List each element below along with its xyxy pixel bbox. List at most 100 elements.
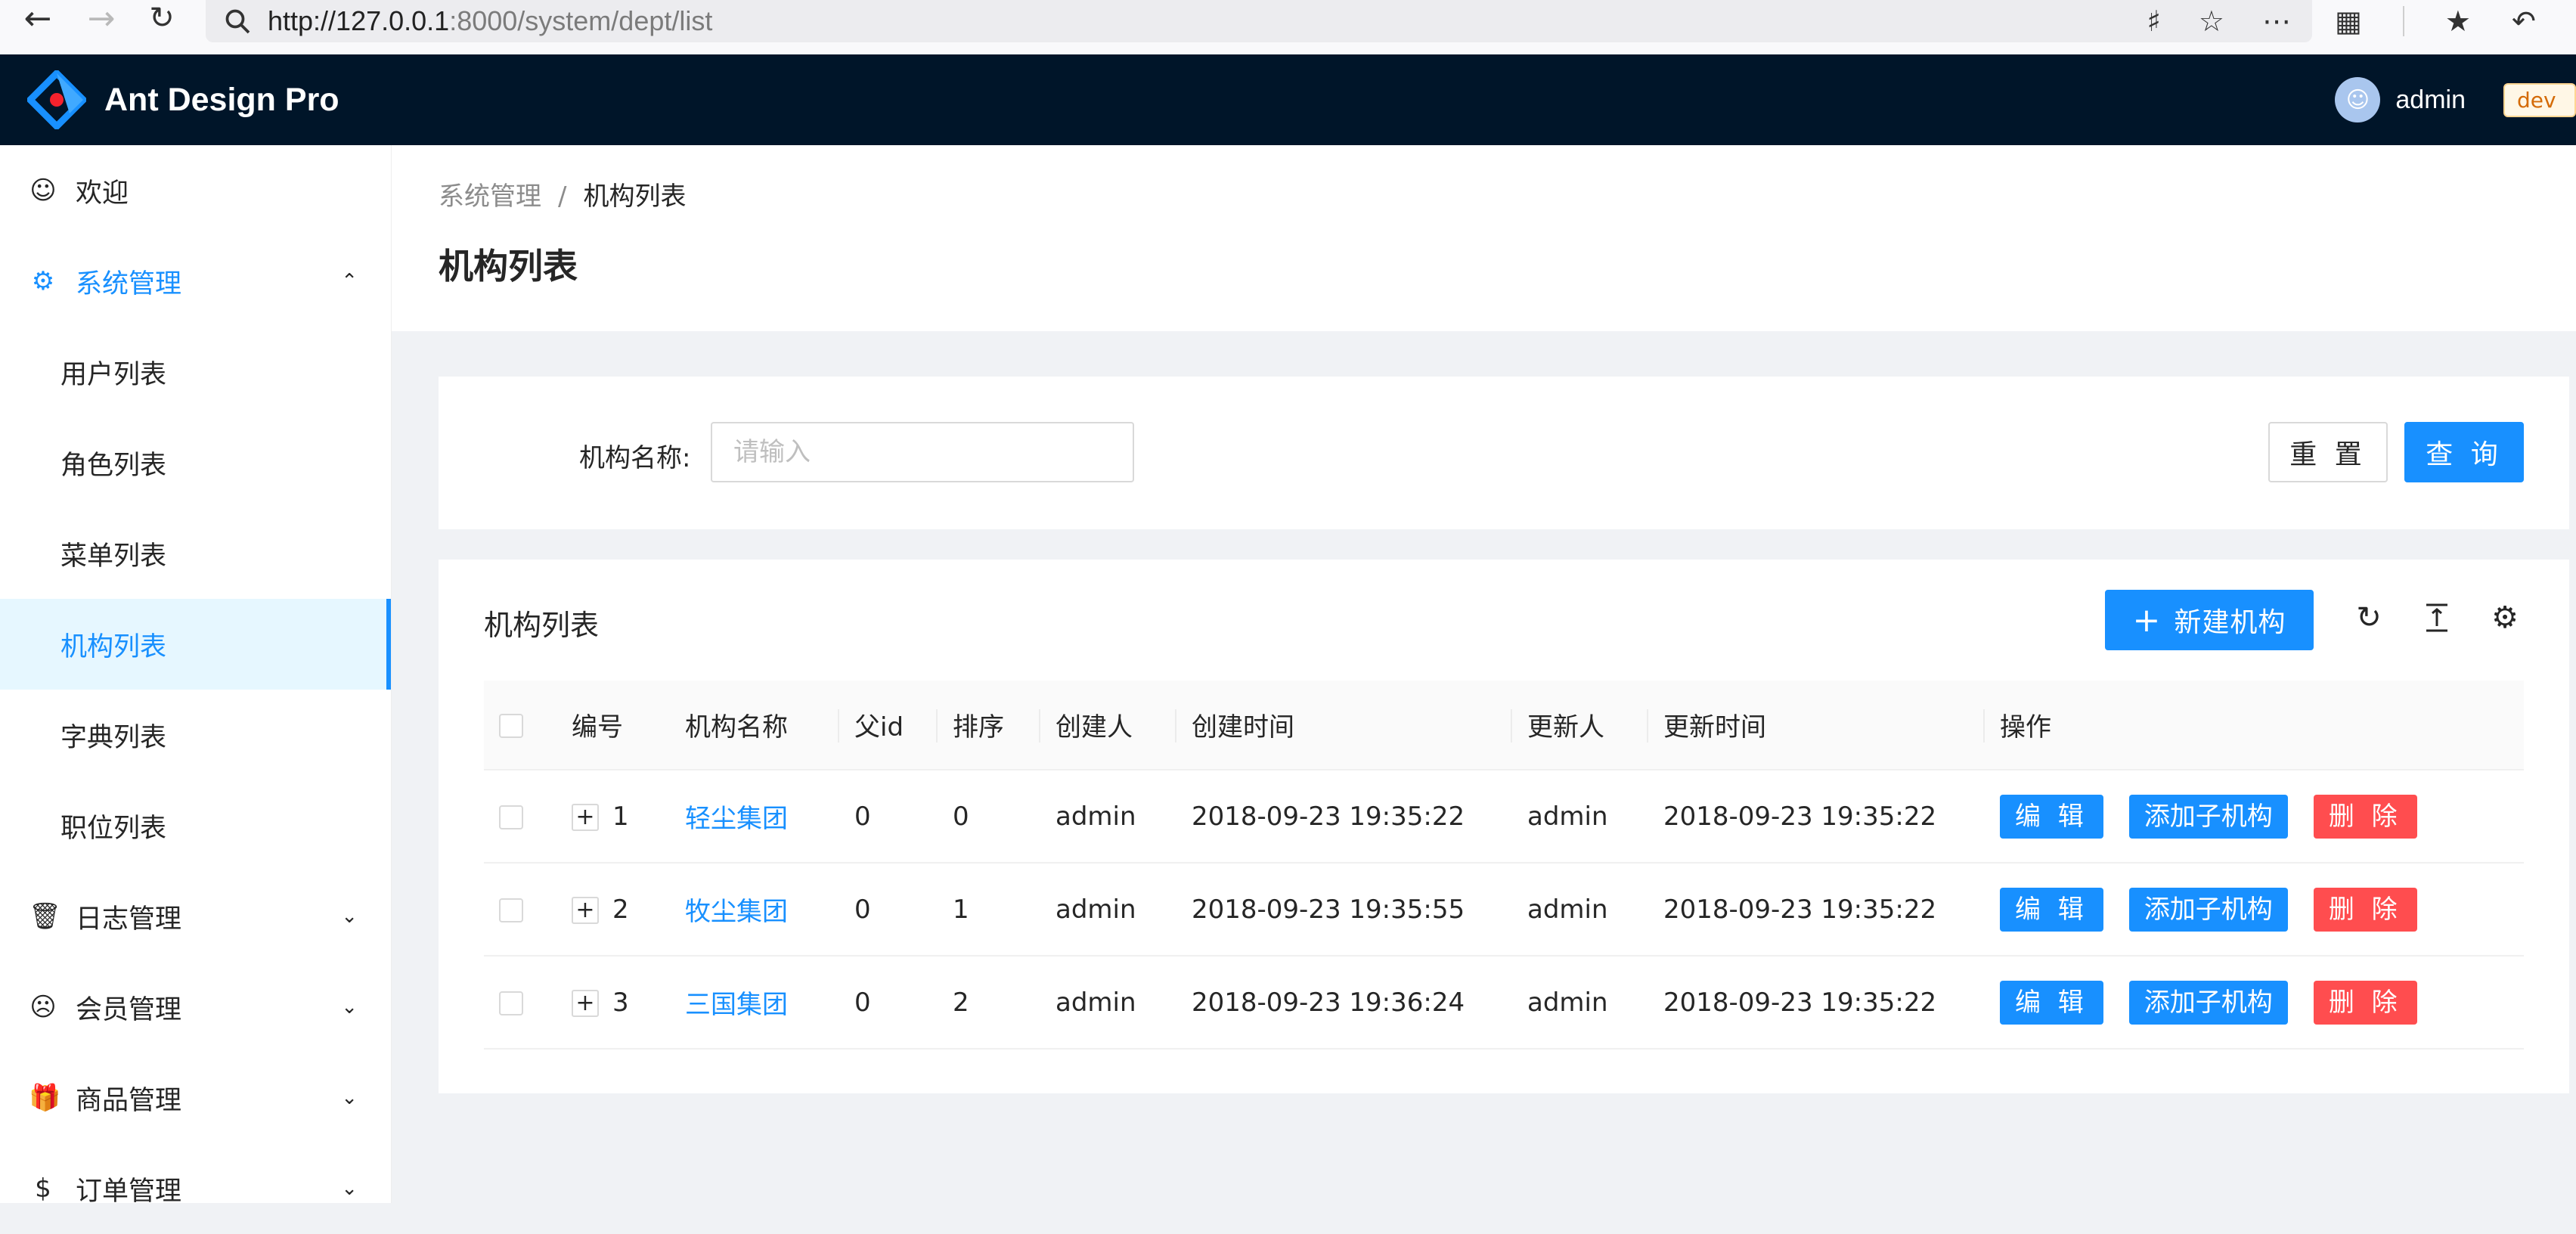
delete-button[interactable]: 删 除 xyxy=(2313,980,2417,1025)
sidebar-item-roles[interactable]: 角色列表 xyxy=(0,417,391,508)
undo-icon[interactable]: ↶ xyxy=(2512,5,2536,38)
edit-button[interactable]: 编 辑 xyxy=(2000,794,2103,839)
new-dept-button[interactable]: + 新建机构 xyxy=(2105,590,2314,650)
column-header-label: 创建时间 xyxy=(1192,712,1294,743)
id-value: 1 xyxy=(612,801,629,832)
edit-button[interactable]: 编 辑 xyxy=(2000,980,2103,1025)
name-cell: 牧尘集团 xyxy=(670,863,839,957)
sidebar-item-users[interactable]: 用户列表 xyxy=(0,327,391,417)
dept-table: 编号 机构名称 父id 排序 创建人 创建时间 更新人 更新时间 操作 +1 轻… xyxy=(484,681,2524,1050)
dept-name-link[interactable]: 轻尘集团 xyxy=(685,804,788,834)
column-header-label: 机构名称 xyxy=(685,712,788,743)
sidebar-item-menus[interactable]: 菜单列表 xyxy=(0,508,391,599)
star-icon[interactable]: ☆ xyxy=(2199,5,2224,38)
updated-cell: 2018-09-23 19:35:22 xyxy=(1648,770,1985,863)
sort-cell: 2 xyxy=(938,956,1040,1050)
logo-icon[interactable] xyxy=(25,68,88,132)
creator-cell: admin xyxy=(1040,770,1176,863)
expand-icon[interactable]: + xyxy=(572,897,599,924)
forward-icon[interactable]: → xyxy=(74,0,129,41)
column-header-label: 更新人 xyxy=(1527,712,1604,743)
dept-name-link[interactable]: 牧尘集团 xyxy=(685,897,788,927)
dept-name-link[interactable]: 三国集团 xyxy=(685,990,788,1020)
select-all-checkbox[interactable] xyxy=(499,714,523,738)
column-header[interactable]: 排序 xyxy=(938,681,1040,770)
id-cell: +1 xyxy=(556,770,670,863)
sidebar-item-system[interactable]: ⚙ 系统管理 ⌃ xyxy=(0,236,391,327)
reload-icon[interactable]: ↻ xyxy=(2350,599,2388,637)
column-header[interactable]: 更新人 xyxy=(1512,681,1648,770)
sidebar-item-orders[interactable]: $ 订单管理 ⌄ xyxy=(0,1143,391,1234)
sidebar-item-logs[interactable]: 🗑 日志管理 ⌄ xyxy=(0,871,391,962)
setting-icon[interactable]: ⚙ xyxy=(2486,599,2524,637)
key-icon[interactable]: ♯ xyxy=(2147,5,2161,38)
actions-cell: 编 辑添加子机构删 除 xyxy=(1985,770,2524,863)
column-height-icon[interactable] xyxy=(2418,599,2456,637)
sidebar-item-label: 机构列表 xyxy=(60,631,167,662)
query-button[interactable]: 查 询 xyxy=(2404,422,2524,482)
sidebar-item-products[interactable]: 🎁 商品管理 ⌄ xyxy=(0,1053,391,1143)
sidebar-item-dicts[interactable]: 字典列表 xyxy=(0,690,391,780)
gift-icon: 🎁 xyxy=(29,1083,61,1113)
back-icon[interactable]: ← xyxy=(11,0,65,41)
row-checkbox[interactable] xyxy=(499,898,523,922)
table-row: +1 轻尘集团 0 0 admin 2018-09-23 19:35:22 ad… xyxy=(484,770,2524,863)
chevron-down-icon: ⌄ xyxy=(341,1177,358,1200)
sidebar-item-welcome[interactable]: ☺ 欢迎 xyxy=(0,145,391,236)
table-header-row: 编号 机构名称 父id 排序 创建人 创建时间 更新人 更新时间 操作 xyxy=(484,681,2524,770)
sidebar-item-members[interactable]: ☹ 会员管理 ⌄ xyxy=(0,962,391,1053)
chevron-down-icon: ⌄ xyxy=(341,996,358,1019)
updater-cell: admin xyxy=(1512,956,1648,1050)
row-checkbox[interactable] xyxy=(499,991,523,1015)
column-header-label: 创建人 xyxy=(1056,712,1133,743)
sidebar-item-label: 订单管理 xyxy=(76,1176,182,1207)
dept-name-label: 机构名称: xyxy=(579,443,691,473)
sidebar-item-label: 会员管理 xyxy=(76,994,182,1025)
column-header[interactable]: 父id xyxy=(839,681,938,770)
chevron-down-icon: ⌄ xyxy=(341,1087,358,1109)
url-text: http://127.0.0.1:8000/system/dept/list xyxy=(268,5,713,36)
table-row: +3 三国集团 0 2 admin 2018-09-23 19:36:24 ad… xyxy=(484,956,2524,1050)
sidebar-item-label: 菜单列表 xyxy=(60,541,167,572)
sidebar-item-depts[interactable]: 机构列表 xyxy=(0,599,391,690)
app-header: Ant Design Pro ☺ admin dev xyxy=(0,54,2576,145)
add-child-button[interactable]: 添加子机构 xyxy=(2128,794,2288,839)
sort-cell: 1 xyxy=(938,863,1040,957)
add-child-button[interactable]: 添加子机构 xyxy=(2128,980,2288,1025)
column-header[interactable]: 更新时间 xyxy=(1648,681,1985,770)
column-header[interactable]: 编号 xyxy=(556,681,670,770)
column-header[interactable]: 创建时间 xyxy=(1176,681,1512,770)
dept-name-input[interactable] xyxy=(711,422,1134,482)
delete-button[interactable]: 删 除 xyxy=(2313,794,2417,839)
sort-cell: 0 xyxy=(938,770,1040,863)
breadcrumb-system[interactable]: 系统管理 xyxy=(439,181,541,212)
column-header[interactable]: 创建人 xyxy=(1040,681,1176,770)
row-checkbox[interactable] xyxy=(499,805,523,829)
expand-icon[interactable]: + xyxy=(572,990,599,1017)
avatar[interactable]: ☺ xyxy=(2335,77,2381,122)
add-child-button[interactable]: 添加子机构 xyxy=(2128,887,2288,932)
page-header: 系统管理 / 机构列表 机构列表 xyxy=(392,145,2576,331)
parent-id-cell: 0 xyxy=(839,863,938,957)
table-row: +2 牧尘集团 0 1 admin 2018-09-23 19:35:55 ad… xyxy=(484,863,2524,957)
delete-button[interactable]: 删 除 xyxy=(2313,887,2417,932)
created-cell: 2018-09-23 19:35:22 xyxy=(1176,770,1512,863)
row-select-cell xyxy=(484,863,556,957)
address-bar[interactable]: http://127.0.0.1:8000/system/dept/list ♯… xyxy=(206,0,2312,42)
sidebar-item-positions[interactable]: 职位列表 xyxy=(0,780,391,871)
reload-icon[interactable]: ↻ xyxy=(135,0,189,41)
sidebar-item-label: 日志管理 xyxy=(76,904,182,935)
expand-icon[interactable]: + xyxy=(572,804,599,831)
favorites-icon[interactable]: ★ xyxy=(2445,5,2471,38)
user-name[interactable]: admin xyxy=(2395,85,2466,115)
reset-button[interactable]: 重 置 xyxy=(2268,422,2388,482)
updated-cell: 2018-09-23 19:35:22 xyxy=(1648,863,1985,957)
sidebar-item-label: 系统管理 xyxy=(76,268,182,299)
apps-icon[interactable]: ▦ xyxy=(2335,5,2362,38)
updater-cell: admin xyxy=(1512,863,1648,957)
app-title[interactable]: Ant Design Pro xyxy=(104,82,339,119)
more-icon[interactable]: ⋯ xyxy=(2262,5,2291,38)
env-tag: dev xyxy=(2503,82,2576,117)
column-header[interactable]: 机构名称 xyxy=(670,681,839,770)
edit-button[interactable]: 编 辑 xyxy=(2000,887,2103,932)
